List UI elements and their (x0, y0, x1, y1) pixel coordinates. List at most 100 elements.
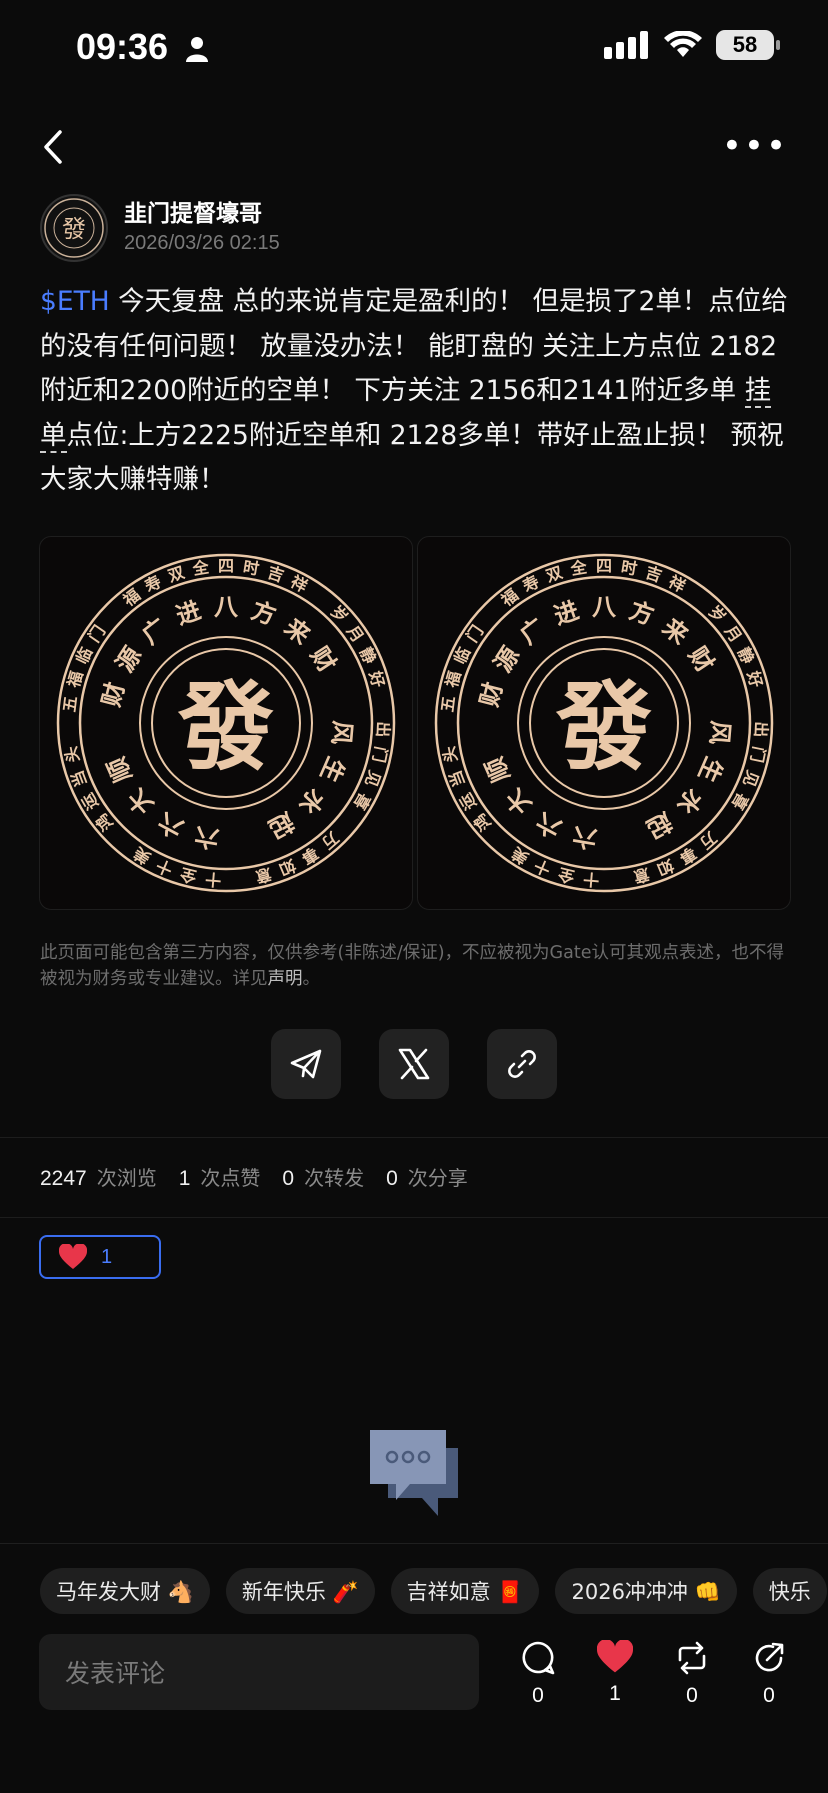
back-arrow-icon[interactable] (36, 124, 72, 170)
seal-outer-inscription: 万 (318, 827, 343, 853)
status-time: 09:36 (76, 26, 169, 67)
post-image-1[interactable]: 四时吉祥 岁月静好 出门见喜 万事如意 十全十美 鸿运当头 五福临门 福寿双全八… (39, 536, 413, 910)
heart-icon (596, 1639, 634, 1673)
share-count: 0 (763, 1684, 775, 1707)
seal-inner-inscription: 财 (97, 679, 130, 709)
seal-inner-inscription: 顺 (102, 753, 137, 786)
seal-inner-inscription: 大 (122, 783, 159, 820)
seal-inner-inscription: 来 (657, 613, 694, 650)
disclaimer-text: 此页面可能包含第三方内容，仅供参考(非陈述/保证)，不应被视为Gate认可其观点… (40, 943, 784, 989)
post-stats: 2247 次浏览 1 次点赞 0 次转发 0 次分享 (40, 1162, 468, 1191)
seal-outer-inscription: 福 (119, 585, 144, 610)
seal-outer-inscription: 岁 (705, 602, 730, 627)
topic-chip[interactable]: 2026冲冲冲 👊 (555, 1568, 737, 1614)
comment-count: 0 (532, 1684, 544, 1707)
repost-button[interactable]: 0 (662, 1640, 722, 1708)
reposts-label: 次转发 (304, 1166, 365, 1190)
post-text-part-2: 点位:上方2225附近空单和 2128多单！带好止盈止损！ 预祝大家大赚特赚！ (40, 419, 784, 496)
like-button[interactable]: 1 (585, 1639, 645, 1706)
seal-outer-inscription: 福 (497, 585, 522, 610)
seal-inner-inscription: 起 (641, 807, 677, 844)
topic-chip[interactable]: 快乐 (752, 1568, 827, 1614)
empty-comments-icon (370, 1430, 458, 1516)
comment-input[interactable]: 发表评论 (39, 1634, 479, 1710)
like-reaction-badge[interactable]: 1 (39, 1235, 161, 1279)
seal-inner-inscription: 八 (592, 593, 617, 621)
seal-outer-inscription: 出 (373, 721, 393, 738)
seal-inner-inscription: 广 (137, 613, 173, 650)
fortune-seal-image: 四时吉祥 岁月静好 出门见喜 万事如意 十全十美 鸿运当头 五福临门 福寿双全八… (56, 553, 396, 893)
seal-inner-inscription: 财 (305, 642, 342, 677)
cellular-signal-icon (604, 31, 648, 59)
topic-chip[interactable]: 吉祥如意 🧧 (390, 1568, 540, 1614)
battery-indicator: 58 (716, 30, 774, 60)
seal-outer-inscription: 全 (555, 864, 577, 887)
author-name[interactable]: 韭门提督壕哥 (124, 194, 262, 228)
share-button[interactable]: 0 (739, 1640, 799, 1708)
seal-outer-inscription: 意 (632, 864, 652, 886)
seal-inner-inscription: 八 (214, 593, 239, 621)
shares-label: 次分享 (407, 1166, 468, 1190)
seal-inner-inscription: 生 (315, 753, 350, 786)
avatar-glyph: 發 (62, 215, 86, 243)
seal-inner-inscription: 风 (705, 719, 735, 745)
topic-chips: 马年发大财 🐴 新年快乐 🧨 吉祥如意 🧧 2026冲冲冲 👊 快乐 (40, 1568, 827, 1614)
seal-outer-inscription: 出 (751, 721, 771, 738)
share-x-button[interactable] (379, 1029, 449, 1099)
seal-outer-inscription: 福 (64, 669, 87, 691)
seal-inner-inscription: 六 (532, 807, 566, 843)
avatar[interactable]: 發 (40, 194, 108, 262)
topic-chip[interactable]: 马年发大财 🐴 (40, 1568, 210, 1614)
seal-inner-inscription: 来 (279, 613, 316, 650)
ticker-tag[interactable]: $ETH (40, 286, 110, 317)
disclaimer: 此页面可能包含第三方内容，仅供参考(非陈述/保证)，不应被视为Gate认可其观点… (40, 940, 792, 992)
divider (0, 1137, 828, 1138)
views-label: 次浏览 (96, 1166, 157, 1190)
views-count: 2247 (40, 1167, 87, 1190)
share-arrow-icon (755, 1642, 784, 1672)
seal-center-character: 發 (177, 671, 274, 784)
repost-icon (678, 1641, 706, 1675)
seal-inner-inscription: 大 (500, 783, 537, 820)
seal-inner-inscription: 财 (683, 642, 720, 677)
seal-outer-inscription: 福 (442, 669, 465, 691)
telegram-icon (290, 1049, 322, 1079)
link-icon (508, 1050, 536, 1078)
post-body: $ETH 今天复盘 总的来说肯定是盈利的！ 但是损了2单！点位给的没有任何问题！… (40, 280, 792, 503)
divider (0, 1217, 828, 1218)
like-badge-count: 1 (101, 1245, 113, 1268)
more-options-icon[interactable]: ••• (722, 129, 788, 163)
seal-outer-inscription: 时 (242, 557, 261, 578)
wifi-icon (664, 31, 702, 57)
post-image-2[interactable]: 四时吉祥 岁月静好 出门见喜 万事如意 十全十美 鸿运当头 五福临门 福寿双全八… (417, 536, 791, 910)
seal-outer-inscription: 全 (568, 557, 589, 579)
seal-outer-inscription: 门 (747, 745, 769, 764)
shares-count: 0 (386, 1167, 398, 1190)
seal-inner-inscription: 财 (475, 679, 508, 709)
seal-inner-inscription: 起 (263, 807, 299, 844)
disclaimer-link[interactable]: 声明 (268, 969, 303, 989)
post-text-part-1: 今天复盘 总的来说肯定是盈利的！ 但是损了2单！点位给的没有任何问题！ 放量没办… (40, 286, 788, 406)
share-telegram-button[interactable] (271, 1029, 341, 1099)
topic-chip[interactable]: 新年快乐 🧨 (225, 1568, 375, 1614)
battery-nub (776, 40, 780, 50)
seal-outer-inscription: 头 (439, 745, 461, 764)
seal-outer-inscription: 十 (583, 869, 600, 889)
seal-outer-inscription: 四 (218, 557, 234, 576)
seal-outer-inscription: 全 (177, 864, 199, 887)
seal-outer-inscription: 岁 (327, 602, 352, 627)
seal-outer-inscription: 时 (620, 557, 639, 578)
comment-bubble-icon (522, 1641, 555, 1675)
seal-outer-inscription: 四 (596, 557, 612, 576)
copy-link-button[interactable] (487, 1029, 557, 1099)
seal-center-character: 發 (555, 671, 652, 784)
person-icon (186, 37, 208, 62)
seal-outer-inscription: 头 (61, 745, 83, 764)
seal-inner-inscription: 六 (193, 822, 221, 854)
seal-inner-inscription: 生 (693, 753, 728, 786)
seal-inner-inscription: 六 (571, 822, 599, 854)
seal-outer-inscription: 门 (369, 745, 391, 764)
seal-inner-inscription: 源 (489, 642, 526, 677)
seal-outer-inscription: 万 (696, 827, 721, 853)
comment-button[interactable]: 0 (508, 1640, 568, 1708)
